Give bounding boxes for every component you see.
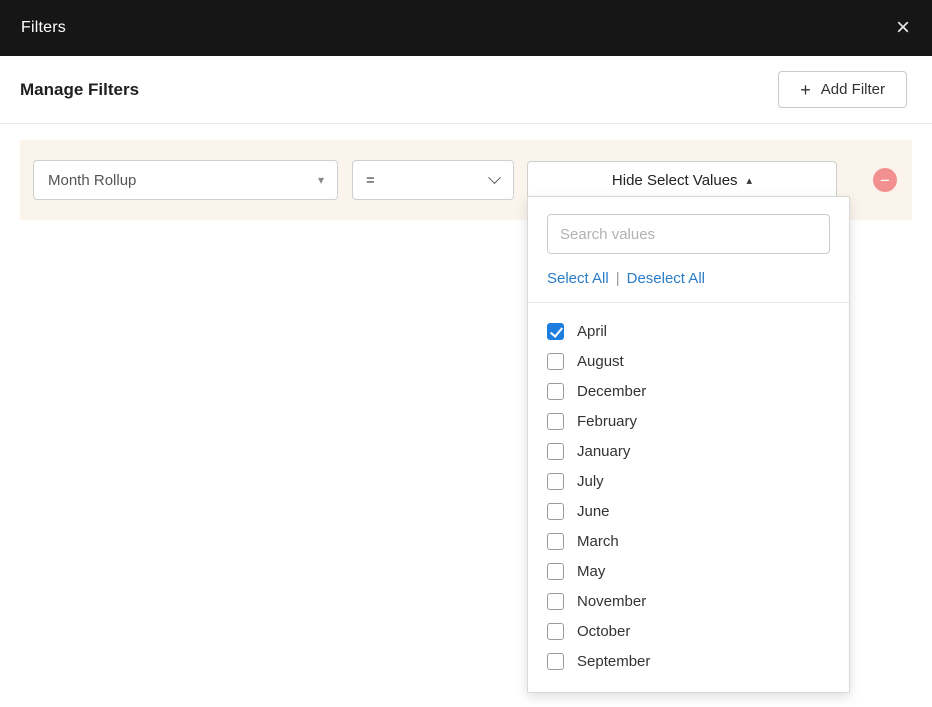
values-button-label: Hide Select Values (611, 171, 738, 189)
minus-icon: − (880, 170, 890, 190)
checkbox[interactable] (547, 382, 564, 400)
list-item[interactable]: January (547, 436, 830, 466)
add-filter-button[interactable]: + Add Filter (778, 71, 907, 108)
list-item-label: January (577, 442, 631, 460)
checkbox[interactable] (547, 592, 564, 610)
list-item[interactable]: May (547, 556, 830, 586)
column-select[interactable]: Month Rollup ▾ (33, 160, 338, 200)
values-checkbox-list: April August December February January J… (528, 303, 849, 678)
checkbox[interactable] (547, 472, 564, 490)
checkbox[interactable] (547, 502, 564, 520)
checkbox[interactable] (547, 622, 564, 640)
list-item[interactable]: September (547, 646, 830, 676)
values-dropdown-panel: Select All | Deselect All April August D… (527, 196, 850, 693)
values-panel-top: Select All | Deselect All (528, 214, 849, 287)
modal-header: Filters × (0, 0, 932, 56)
caret-up-icon: ▴ (746, 175, 753, 187)
list-item[interactable]: February (547, 406, 830, 436)
deselect-all-link[interactable]: Deselect All (627, 270, 705, 287)
add-filter-label: Add Filter (820, 81, 885, 98)
operator-select-value: = (366, 171, 375, 189)
remove-filter-button[interactable]: − (873, 168, 897, 192)
list-item[interactable]: March (547, 526, 830, 556)
list-item-label: May (577, 562, 606, 580)
list-item-label: June (577, 502, 610, 520)
checkbox[interactable] (547, 352, 564, 370)
hide-select-values-button[interactable]: Hide Select Values ▴ (527, 161, 837, 199)
list-item-label: October (577, 622, 631, 640)
select-links-row: Select All | Deselect All (547, 270, 830, 287)
chevron-down-icon (488, 170, 501, 184)
checkbox[interactable] (547, 442, 564, 460)
list-item-label: February (577, 412, 638, 430)
list-item[interactable]: October (547, 616, 830, 646)
checkbox[interactable] (547, 532, 564, 550)
list-item-label: September (577, 652, 651, 670)
operator-select[interactable]: = (352, 160, 514, 200)
close-icon[interactable]: × (896, 16, 910, 40)
caret-down-icon: ▾ (317, 173, 324, 187)
column-select-value: Month Rollup (48, 171, 137, 189)
list-item[interactable]: November (547, 586, 830, 616)
list-item-label: April (577, 322, 608, 340)
list-item[interactable]: July (547, 466, 830, 496)
list-item[interactable]: April (547, 316, 830, 346)
checkbox[interactable] (547, 652, 564, 670)
modal-title: Filters (21, 19, 66, 36)
checkbox[interactable] (547, 562, 564, 580)
list-item-label: July (577, 472, 604, 490)
list-item-label: December (577, 382, 647, 400)
list-item-label: November (577, 592, 647, 610)
list-item-label: March (577, 532, 619, 550)
checkbox[interactable] (547, 322, 564, 340)
checkbox[interactable] (547, 412, 564, 430)
list-item[interactable]: December (547, 376, 830, 406)
plus-icon: + (800, 79, 811, 100)
search-values-input[interactable] (547, 214, 830, 254)
list-item-label: August (577, 352, 624, 370)
list-item[interactable]: August (547, 346, 830, 376)
manage-filters-bar: Manage Filters + Add Filter (0, 56, 932, 123)
list-item[interactable]: June (547, 496, 830, 526)
select-all-link[interactable]: Select All (547, 270, 609, 287)
links-separator: | (615, 270, 620, 287)
page-title: Manage Filters (20, 79, 140, 99)
